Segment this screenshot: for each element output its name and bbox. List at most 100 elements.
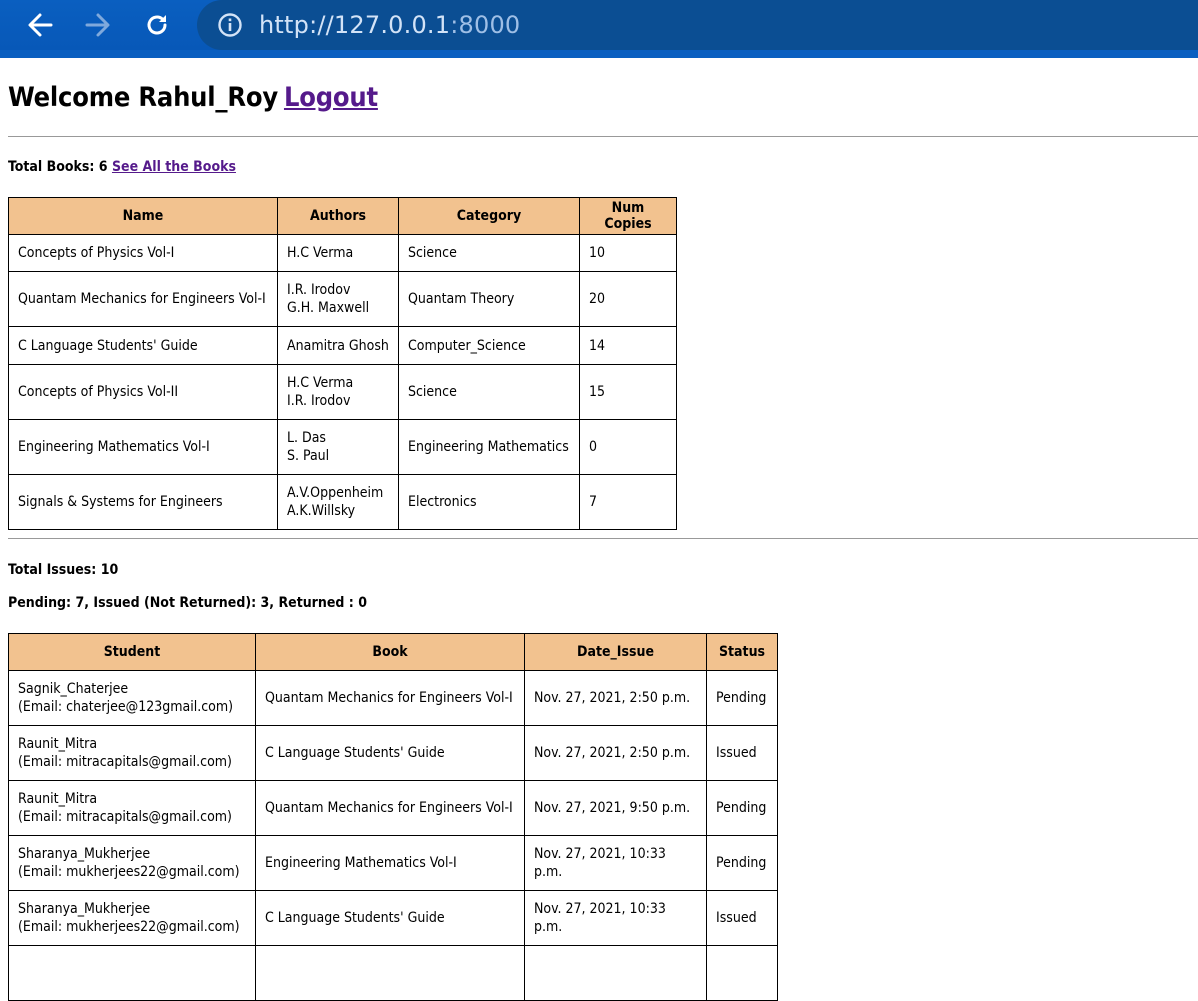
book-copies: 0	[579, 419, 677, 475]
issue-student-partial	[8, 945, 256, 1001]
issue-book: Quantam Mechanics for Engineers Vol-I	[255, 670, 525, 726]
book-name: Quantam Mechanics for Engineers Vol-I	[8, 271, 278, 327]
student-email: (Email: mitracapitals@gmail.com)	[18, 809, 232, 825]
issue-status: Pending	[706, 670, 778, 726]
book-category: Quantam Theory	[398, 271, 580, 327]
issue-date: Nov. 27, 2021, 2:50 p.m.	[524, 670, 707, 726]
book-category: Computer_Science	[398, 326, 580, 365]
book-authors: H.C Verma	[277, 234, 399, 272]
book-copies: 10	[579, 234, 677, 272]
student-email: (Email: mukherjees22@gmail.com)	[18, 919, 240, 935]
student-name: Sharanya_Mukherjee	[18, 846, 151, 862]
issue-row	[8, 945, 778, 1001]
book-copies: 14	[579, 326, 677, 365]
browser-toolbar: http://127.0.0.1:8000	[0, 0, 1198, 58]
author: Anamitra Ghosh	[287, 337, 389, 354]
book-category: Engineering Mathematics	[398, 419, 580, 475]
book-row: Concepts of Physics Vol-II H.C Verma I.R.…	[8, 364, 677, 420]
issue-student: Raunit_Mitra (Email: mitracapitals@gmail.…	[8, 725, 256, 781]
author: I.R. Irodov	[287, 282, 351, 298]
author: A.K.Willsky	[287, 503, 356, 519]
column-header-authors: Authors	[277, 197, 399, 235]
book-authors: A.V.Oppenheim A.K.Willsky	[277, 474, 399, 530]
issue-book: C Language Students' Guide	[255, 725, 525, 781]
book-authors: Anamitra Ghosh	[277, 326, 399, 365]
divider-middle	[8, 538, 1198, 539]
book-row: Concepts of Physics Vol-I H.C Verma Scie…	[8, 234, 677, 272]
issue-student: Raunit_Mitra (Email: mitracapitals@gmail.…	[8, 780, 256, 836]
author: S. Paul	[287, 448, 330, 464]
author: I.R. Irodov	[287, 393, 351, 409]
student-name: Sharanya_Mukherjee	[18, 901, 151, 917]
book-authors: I.R. Irodov G.H. Maxwell	[277, 271, 399, 327]
book-name: Concepts of Physics Vol-I	[8, 234, 278, 272]
issue-status: Pending	[706, 835, 778, 891]
book-authors: L. Das S. Paul	[277, 419, 399, 475]
book-category: Electronics	[398, 474, 580, 530]
logout-link[interactable]: Logout	[284, 82, 378, 113]
issue-row: Raunit_Mitra (Email: mitracapitals@gmail.…	[8, 725, 778, 781]
student-email: (Email: chaterjee@123gmail.com)	[18, 699, 234, 715]
issue-status: Issued	[706, 890, 778, 946]
address-bar[interactable]: http://127.0.0.1:8000	[197, 0, 1198, 50]
issue-book-partial	[255, 945, 525, 1001]
issue-date: Nov. 27, 2021, 10:33 p.m.	[524, 835, 707, 891]
issue-date: Nov. 27, 2021, 2:50 p.m.	[524, 725, 707, 781]
url-host: http://127.0.0.1	[259, 11, 451, 39]
books-table: Name Authors Category Num Copies Concept…	[8, 197, 677, 530]
arrow-right-icon	[85, 13, 110, 37]
column-header-num-copies: Num Copies	[579, 197, 677, 235]
issue-row: Sagnik_Chaterjee (Email: chaterjee@123gma…	[8, 670, 778, 726]
author: L. Das	[287, 430, 326, 446]
author: H.C Verma	[287, 375, 354, 391]
book-name: C Language Students' Guide	[8, 326, 278, 365]
issue-status: Pending	[706, 780, 778, 836]
arrow-left-icon	[28, 13, 53, 37]
back-button[interactable]	[20, 0, 60, 50]
book-row: Engineering Mathematics Vol-I L. Das S. P…	[8, 419, 677, 475]
info-icon[interactable]	[217, 12, 243, 38]
student-email: (Email: mitracapitals@gmail.com)	[18, 754, 232, 770]
issue-row: Sharanya_Mukherjee (Email: mukherjees22@g…	[8, 890, 778, 946]
issue-book: Quantam Mechanics for Engineers Vol-I	[255, 780, 525, 836]
issue-book: C Language Students' Guide	[255, 890, 525, 946]
reload-button[interactable]	[137, 0, 177, 50]
total-books-text: Total Books: 6	[8, 159, 108, 175]
issue-student: Sharanya_Mukherjee (Email: mukherjees22@g…	[8, 835, 256, 891]
url-port: :8000	[450, 11, 521, 39]
book-copies: 15	[579, 364, 677, 420]
author: H.C Verma	[287, 245, 354, 261]
books-summary: Total Books: 6 See All the Books	[8, 159, 236, 175]
student-email: (Email: mukherjees22@gmail.com)	[18, 864, 240, 880]
book-row: C Language Students' Guide Anamitra Ghos…	[8, 326, 677, 365]
student-name: Sagnik_Chaterjee	[18, 681, 129, 697]
book-row: Quantam Mechanics for Engineers Vol-I I.…	[8, 271, 677, 327]
divider-top	[8, 136, 1198, 137]
see-all-books-link[interactable]: See All the Books	[112, 159, 236, 175]
issue-book: Engineering Mathematics Vol-I	[255, 835, 525, 891]
issue-date: Nov. 27, 2021, 9:50 p.m.	[524, 780, 707, 836]
issue-status: Issued	[706, 725, 778, 781]
issue-row: Raunit_Mitra (Email: mitracapitals@gmail.…	[8, 780, 778, 836]
column-header-student: Student	[8, 633, 256, 671]
reload-icon	[147, 15, 167, 35]
issue-student: Sharanya_Mukherjee (Email: mukherjees22@g…	[8, 890, 256, 946]
total-issues-text: Total Issues: 10	[8, 562, 119, 578]
issue-date: Nov. 27, 2021, 10:33 p.m.	[524, 890, 707, 946]
book-name: Concepts of Physics Vol-II	[8, 364, 278, 420]
column-header-date-issue: Date_Issue	[524, 633, 707, 671]
book-category: Science	[398, 364, 580, 420]
column-header-name: Name	[8, 197, 278, 235]
forward-button[interactable]	[78, 0, 118, 50]
issues-header-row: Student Book Date_Issue Status	[8, 633, 778, 671]
column-header-book: Book	[255, 633, 525, 671]
author: A.V.Oppenheim	[287, 485, 384, 501]
student-name: Raunit_Mitra	[18, 736, 98, 752]
book-category: Science	[398, 234, 580, 272]
books-header-row: Name Authors Category Num Copies	[8, 197, 677, 235]
book-row: Signals & Systems for Engineers A.V.Oppe…	[8, 474, 677, 530]
issue-student: Sagnik_Chaterjee (Email: chaterjee@123gma…	[8, 670, 256, 726]
student-name: Raunit_Mitra	[18, 791, 98, 807]
issues-summary-text: Pending: 7, Issued (Not Returned): 3, Re…	[8, 595, 367, 611]
welcome-text: Welcome Rahul_Roy	[8, 82, 278, 113]
